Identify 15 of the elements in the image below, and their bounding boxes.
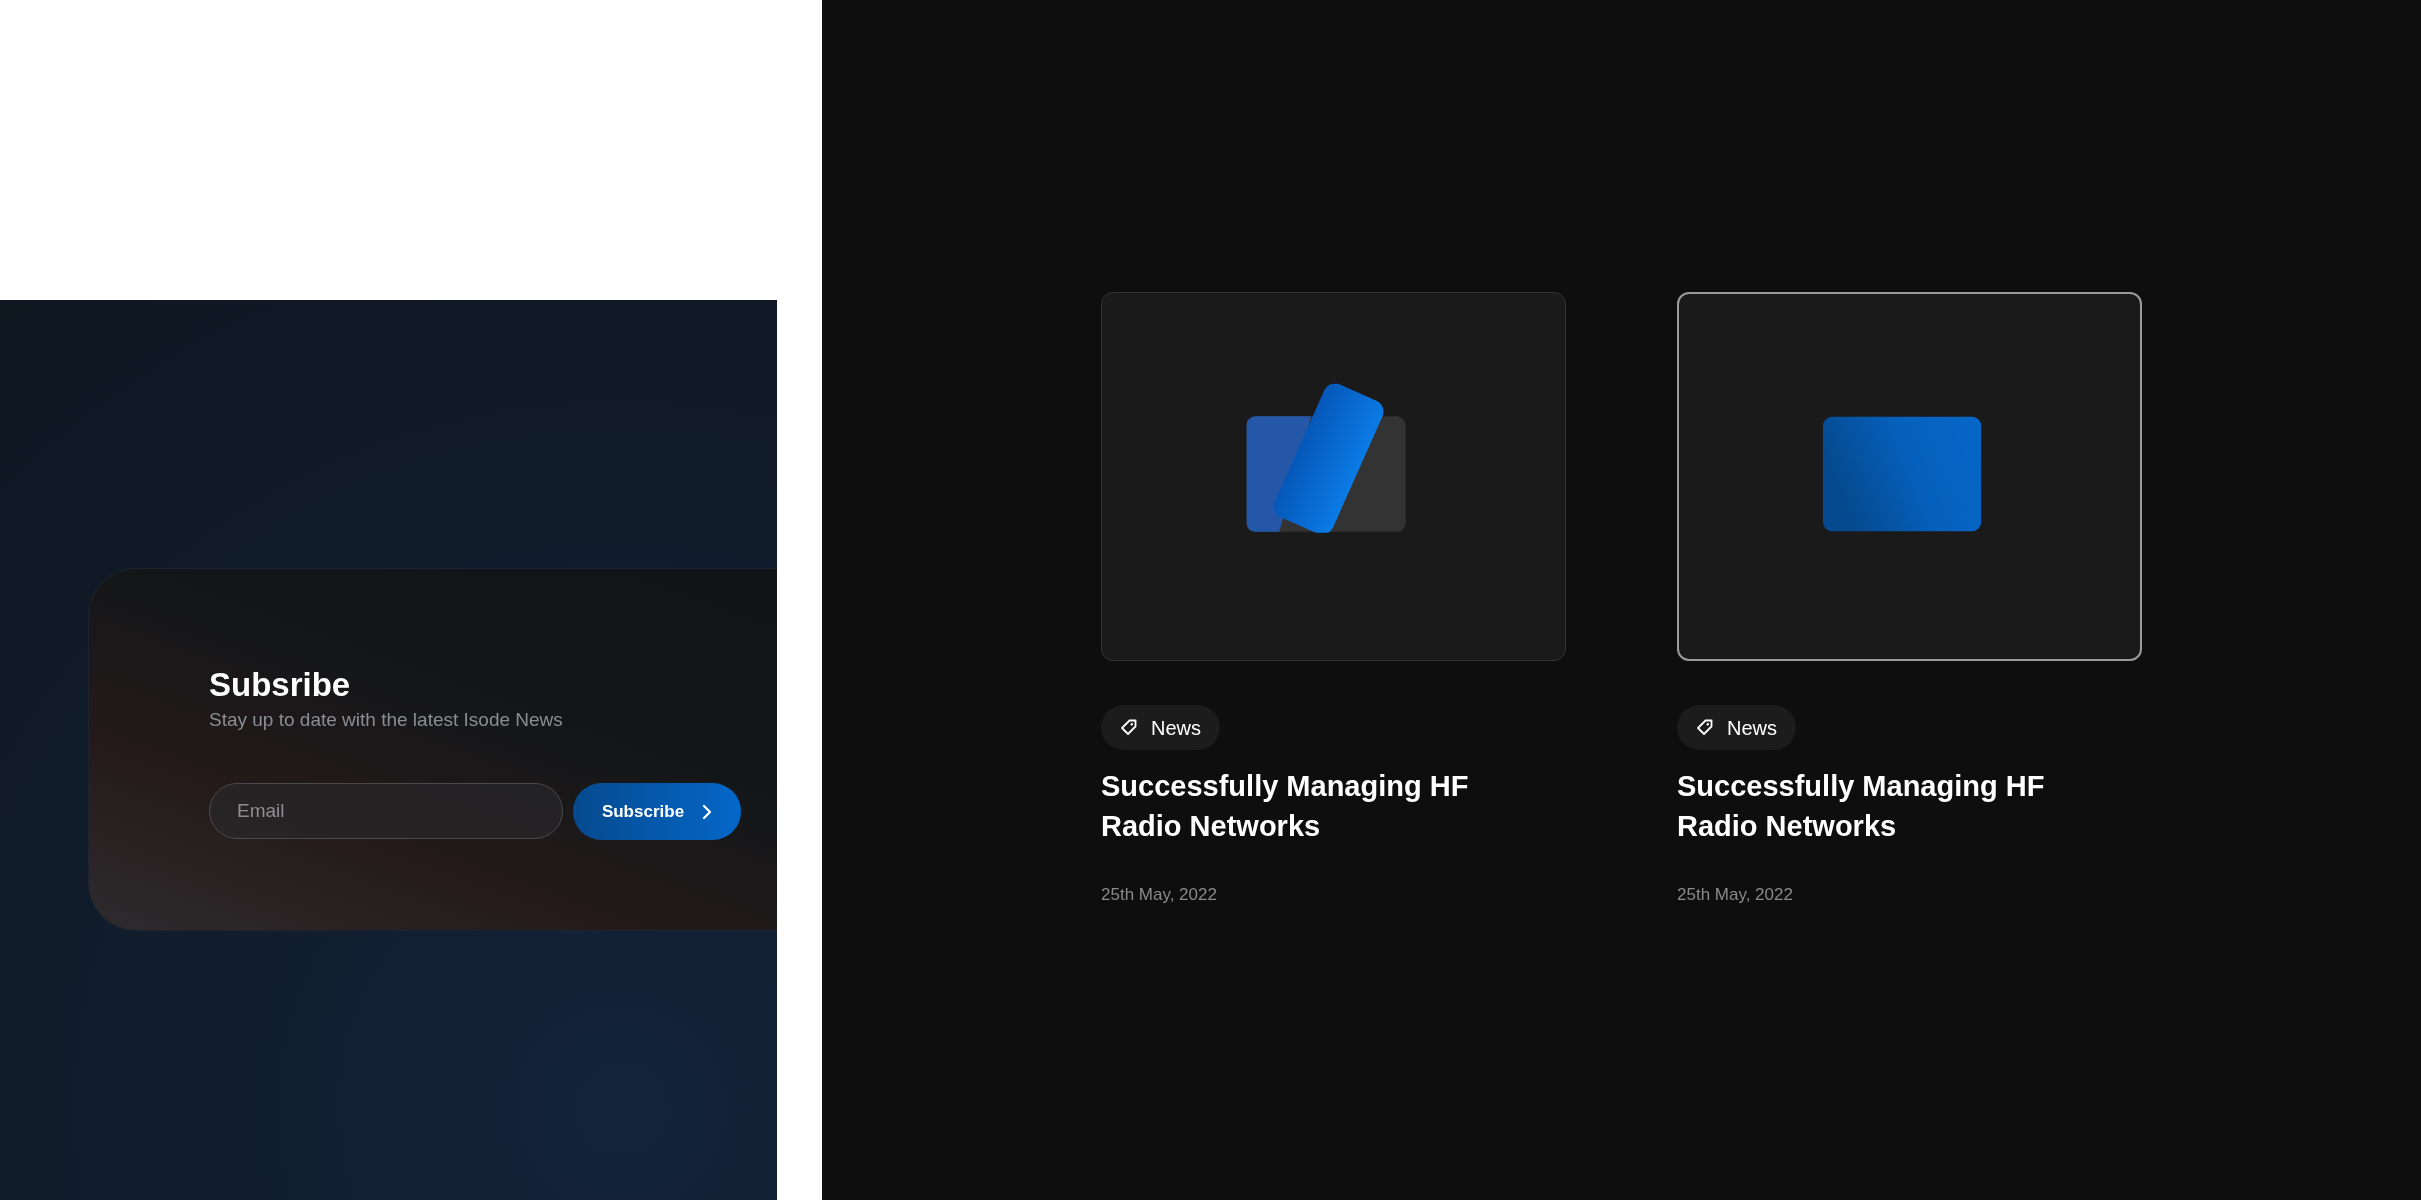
tag-icon xyxy=(1696,719,1713,736)
chevron-right-icon xyxy=(702,803,713,820)
subscribe-title: Subsribe xyxy=(209,665,352,705)
article-date: 25th May, 2022 xyxy=(1677,884,1793,906)
email-field[interactable]: Email xyxy=(209,783,563,839)
subscribe-subtitle: Stay up to date with the latest Isode News xyxy=(209,708,564,732)
category-tag[interactable]: News xyxy=(1677,705,1796,750)
tag-icon xyxy=(1120,719,1137,736)
article-title[interactable]: Successfully Managing HF Radio Networks xyxy=(1101,766,1501,846)
category-tag[interactable]: News xyxy=(1101,705,1220,750)
article-title[interactable]: Successfully Managing HF Radio Networks xyxy=(1677,766,2077,846)
article-date: 25th May, 2022 xyxy=(1101,884,1217,906)
subscribe-button[interactable]: Subscribe xyxy=(573,783,741,840)
article-image[interactable] xyxy=(1101,292,1566,661)
article-image[interactable] xyxy=(1677,292,2142,661)
